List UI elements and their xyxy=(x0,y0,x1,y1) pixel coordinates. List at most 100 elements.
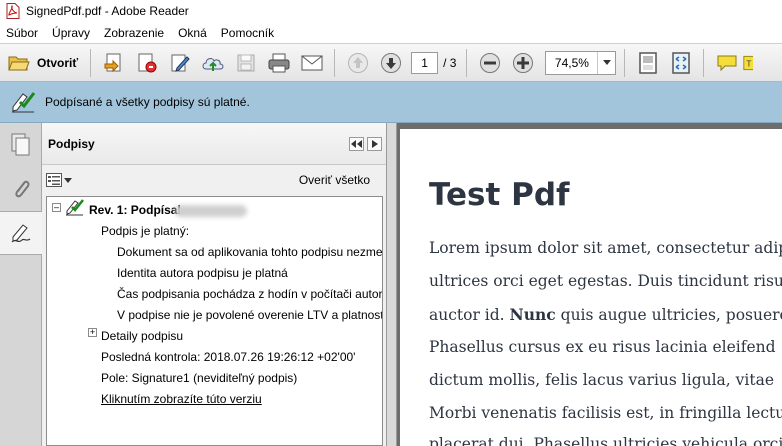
edit-pdf-button[interactable] xyxy=(130,48,163,78)
detail-signing-time[interactable]: Čas podpisania pochádza z hodín v počíta… xyxy=(117,287,382,301)
chevron-down-icon xyxy=(64,177,72,183)
expand-node-icon[interactable]: + xyxy=(88,328,97,337)
document-line: Lorem ipsum dolor sit amet, consectetur … xyxy=(429,239,782,257)
create-pdf-button[interactable] xyxy=(97,48,130,78)
detail-ltv[interactable]: V podpise nie je povolené overenie LTV a… xyxy=(117,308,382,322)
fit-page-button[interactable] xyxy=(631,48,664,78)
menu-window[interactable]: Okná xyxy=(178,26,207,40)
fit-width-icon xyxy=(672,51,690,74)
document-bold-word: Nunc xyxy=(509,305,556,324)
collapse-panel-button[interactable] xyxy=(349,137,364,151)
email-button[interactable] xyxy=(295,48,328,78)
options-list-icon xyxy=(46,173,62,187)
signatures-icon xyxy=(11,224,31,243)
document-line: Phasellus cursus ex eu risus lacinia ele… xyxy=(429,338,776,356)
panel-header: Podpisy xyxy=(42,123,386,165)
signatures-panel: Podpisy Overiť všetko – Rev. 1: Podpísal… xyxy=(42,123,387,446)
svg-text:T: T xyxy=(747,58,752,68)
next-page-button[interactable] xyxy=(374,48,407,78)
signature-field[interactable]: Pole: Signature1 (neviditeľný podpis) xyxy=(101,371,297,385)
page-down-icon xyxy=(380,52,401,73)
navigation-strip xyxy=(0,123,43,446)
zoom-in-icon xyxy=(512,52,533,73)
document-line: placerat dui. Phasellus ultricies vehicu… xyxy=(429,435,782,446)
signature-details-node[interactable]: Detaily podpisu xyxy=(101,329,183,343)
page-number-input[interactable]: 1 xyxy=(411,51,439,74)
signature-valid-label[interactable]: Podpis je platný: xyxy=(101,224,189,238)
panel-splitter[interactable] xyxy=(387,123,397,446)
signatures-button[interactable] xyxy=(0,211,43,255)
menu-help[interactable]: Pomocník xyxy=(221,26,274,40)
signature-status-bar: Podpísané a všetky podpisy sú platné. xyxy=(0,82,782,123)
pages-button[interactable] xyxy=(0,123,42,167)
edit-pdf-icon xyxy=(138,53,157,72)
expand-panel-button[interactable] xyxy=(367,137,382,151)
redacted-signer-name xyxy=(175,205,247,217)
signature-valid-icon xyxy=(66,199,84,216)
save-icon xyxy=(237,54,255,71)
document-line: ultrices orci eget egestas. Duis tincidu… xyxy=(429,272,782,290)
document-title: Test Pdf xyxy=(429,177,570,213)
last-check[interactable]: Posledná kontrola: 2018.07.26 19:26:12 +… xyxy=(101,350,355,364)
sign-button[interactable] xyxy=(163,48,196,78)
signature-status-message: Podpísané a všetky podpisy sú platné. xyxy=(45,95,250,109)
menu-edit[interactable]: Úpravy xyxy=(52,26,90,40)
create-pdf-icon xyxy=(104,53,121,72)
main-toolbar: Otvoriť 1 / 3 74,5% T xyxy=(0,43,782,82)
page-total: / 3 xyxy=(443,55,457,70)
email-icon xyxy=(301,55,323,70)
text-highlight-icon: T xyxy=(743,55,754,70)
save-button[interactable] xyxy=(229,48,262,78)
title-bar: SignedPdf.pdf - Adobe Reader xyxy=(0,0,782,22)
toolbar-separator xyxy=(90,48,92,77)
document-line: dictum mollis, felis lacus varius ligula… xyxy=(429,371,775,389)
pages-icon xyxy=(11,133,30,156)
fit-page-icon xyxy=(639,51,657,74)
document-page: Test Pdf Lorem ipsum dolor sit amet, con… xyxy=(400,129,782,446)
zoom-select[interactable]: 74,5% xyxy=(545,50,617,75)
panel-title: Podpisy xyxy=(48,136,95,151)
print-icon xyxy=(268,53,290,72)
open-button[interactable]: Otvoriť xyxy=(0,48,84,78)
signature-revision-label[interactable]: Rev. 1: Podpísal xyxy=(89,203,181,217)
chevron-right-icon xyxy=(371,140,378,148)
page-up-icon xyxy=(347,52,368,73)
zoom-in-button[interactable] xyxy=(506,48,539,78)
toolbar-separator xyxy=(466,48,468,77)
comment-icon xyxy=(717,55,737,71)
chevron-down-icon[interactable] xyxy=(597,51,615,74)
menu-view[interactable]: Zobrazenie xyxy=(104,26,164,40)
document-line: Morbi venenatis facilisis est, in fringi… xyxy=(429,404,782,422)
options-menu-button[interactable] xyxy=(46,173,72,187)
view-version-link[interactable]: Kliknutím zobrazíte túto verziu xyxy=(101,392,262,406)
zoom-out-button[interactable] xyxy=(473,48,506,78)
comment-button[interactable] xyxy=(710,48,743,78)
highlight-button[interactable]: T xyxy=(743,48,754,78)
menu-file[interactable]: Súbor xyxy=(6,26,38,40)
signatures-tree: – Rev. 1: Podpísal Podpis je platný: Dok… xyxy=(46,196,383,446)
menu-bar: Súbor Úpravy Zobrazenie Okná Pomocník xyxy=(0,22,782,43)
double-chevron-left-icon xyxy=(351,140,362,148)
document-line: auctor id. Nunc quis augue ultricies, po… xyxy=(429,305,782,324)
detail-unchanged[interactable]: Dokument sa od aplikovania tohto podpisu… xyxy=(117,245,382,259)
upload-button[interactable] xyxy=(196,48,229,78)
verify-all-button[interactable]: Overiť všetko xyxy=(299,173,370,187)
detail-identity-valid[interactable]: Identita autora podpisu je platná xyxy=(117,266,288,280)
upload-cloud-icon xyxy=(202,57,224,71)
panel-options-row: Overiť všetko xyxy=(42,165,386,195)
attachment-icon xyxy=(15,180,30,198)
attachments-button[interactable] xyxy=(0,167,42,211)
sign-icon xyxy=(171,54,190,72)
toolbar-separator xyxy=(703,48,705,77)
toolbar-separator xyxy=(334,48,336,77)
zoom-value: 74,5% xyxy=(554,55,589,70)
collapse-node-icon[interactable]: – xyxy=(52,203,61,212)
print-button[interactable] xyxy=(262,48,295,78)
document-line-rest: quis augue ultricies, posuere xyxy=(560,306,782,324)
fit-width-button[interactable] xyxy=(664,48,697,78)
previous-page-button[interactable] xyxy=(341,48,374,78)
folder-open-icon xyxy=(8,56,30,70)
document-line-prefix: auctor id. xyxy=(429,306,510,324)
window-title: SignedPdf.pdf - Adobe Reader xyxy=(26,4,189,18)
panel-header-buttons xyxy=(346,137,382,151)
